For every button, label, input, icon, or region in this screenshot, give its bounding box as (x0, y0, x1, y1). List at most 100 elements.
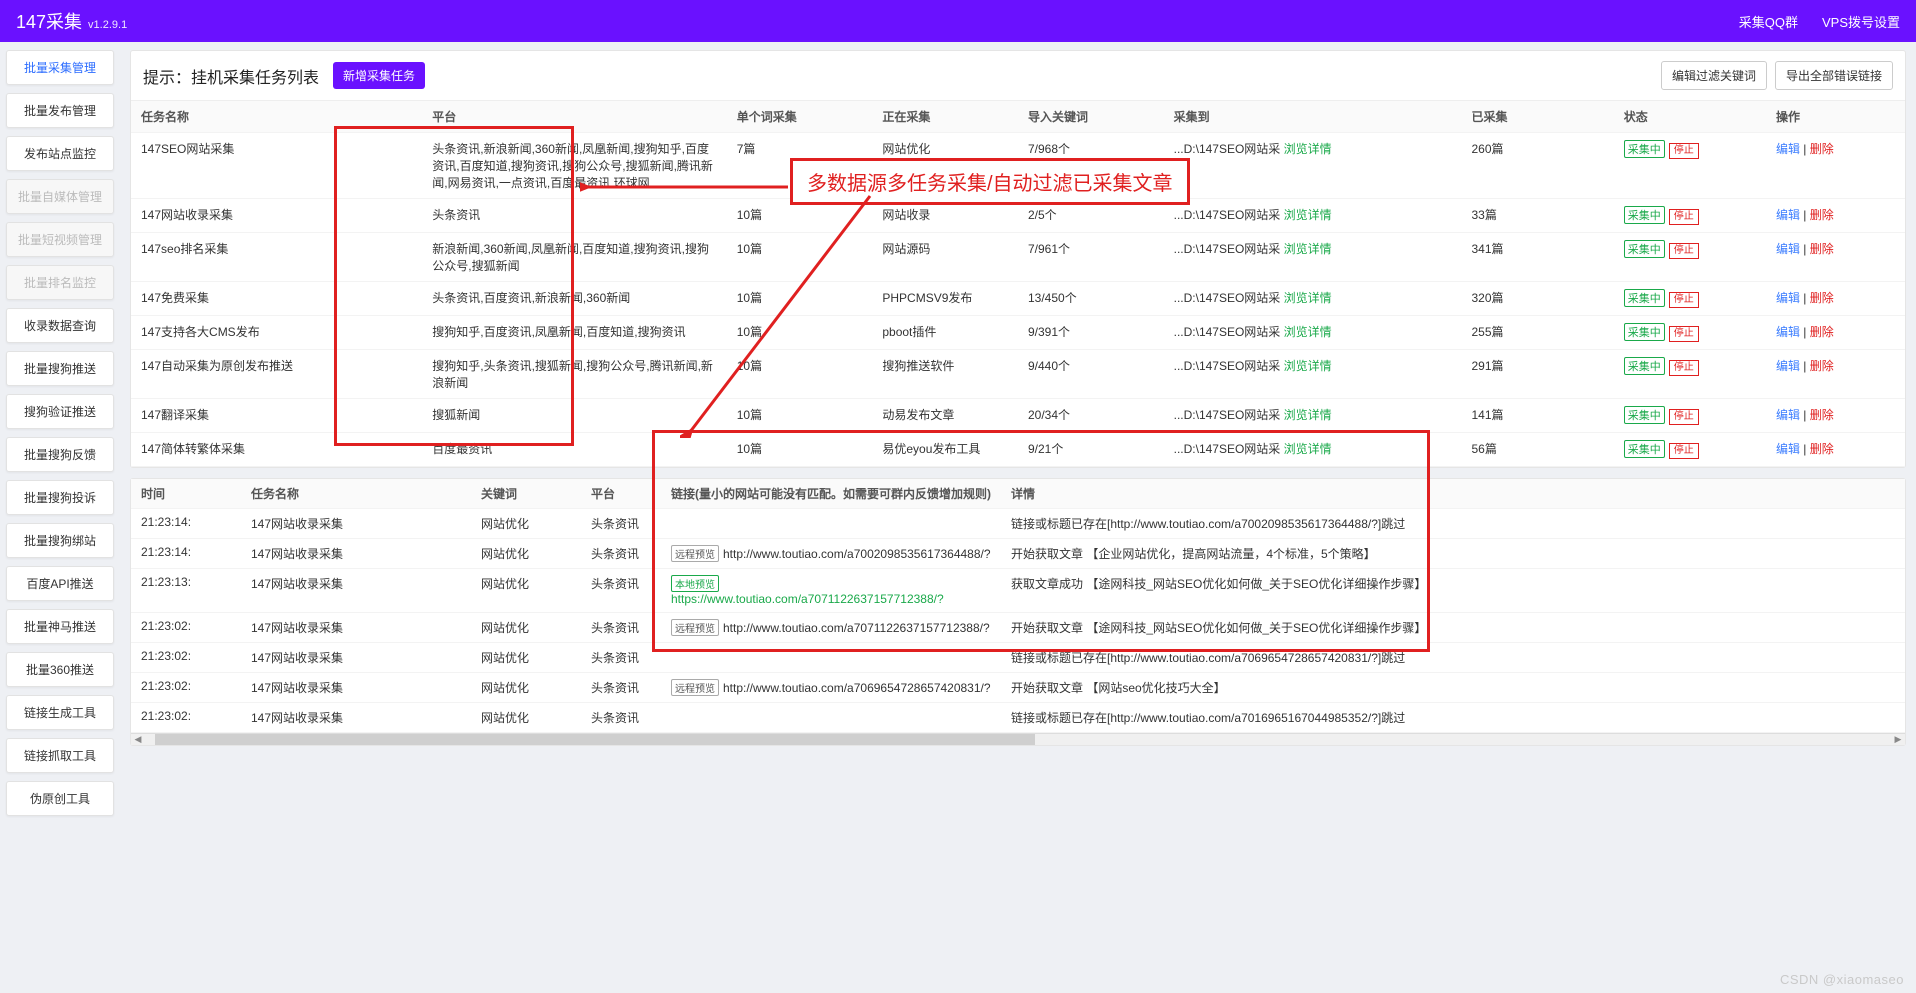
scroll-thumb[interactable] (155, 734, 1035, 745)
th-log-platform: 平台 (581, 479, 661, 509)
browse-detail-link[interactable]: 浏览详情 (1284, 291, 1332, 305)
sidebar-item-16[interactable]: 链接抓取工具 (6, 738, 114, 773)
remote-preview-button[interactable]: 远程预览 (671, 679, 719, 696)
new-task-button[interactable]: 新增采集任务 (333, 62, 425, 89)
edit-link[interactable]: 编辑 (1776, 208, 1800, 222)
browse-detail-link[interactable]: 浏览详情 (1284, 242, 1332, 256)
cell-log-keyword: 网站优化 (471, 539, 581, 569)
cell-log-time: 21:23:02: (131, 673, 241, 703)
stop-button[interactable]: 停止 (1669, 209, 1699, 225)
cell-log-time: 21:23:02: (131, 643, 241, 673)
edit-link[interactable]: 编辑 (1776, 325, 1800, 339)
cell-dest: ...D:\147SEO网站采 浏览详情 (1164, 199, 1462, 233)
stop-button[interactable]: 停止 (1669, 360, 1699, 376)
stop-button[interactable]: 停止 (1669, 326, 1699, 342)
log-link-url[interactable]: http://www.toutiao.com/a7002098535617364… (723, 547, 991, 561)
browse-detail-link[interactable]: 浏览详情 (1284, 359, 1332, 373)
stop-button[interactable]: 停止 (1669, 409, 1699, 425)
sidebar-item-13[interactable]: 批量神马推送 (6, 609, 114, 644)
sidebar-item-0[interactable]: 批量采集管理 (6, 50, 114, 85)
cell-log-link: 远程预览 http://www.toutiao.com/a706965472865… (661, 673, 1001, 703)
cell-log-link: 远程预览 http://www.toutiao.com/a700209853561… (661, 539, 1001, 569)
stop-button[interactable]: 停止 (1669, 143, 1699, 159)
edit-link[interactable]: 编辑 (1776, 142, 1800, 156)
delete-link[interactable]: 删除 (1810, 142, 1834, 156)
log-link-url[interactable]: http://www.toutiao.com/a7071122637157712… (723, 621, 990, 635)
local-preview-button[interactable]: 本地预览 (671, 575, 719, 592)
cell-log-time: 21:23:13: (131, 569, 241, 613)
delete-link[interactable]: 删除 (1810, 359, 1834, 373)
sidebar-item-6[interactable]: 收录数据查询 (6, 308, 114, 343)
edit-link[interactable]: 编辑 (1776, 442, 1800, 456)
browse-detail-link[interactable]: 浏览详情 (1284, 325, 1332, 339)
sidebar-item-10[interactable]: 批量搜狗投诉 (6, 480, 114, 515)
cell-dest: ...D:\147SEO网站采 浏览详情 (1164, 133, 1462, 199)
sidebar-item-15[interactable]: 链接生成工具 (6, 695, 114, 730)
sidebar: 批量采集管理批量发布管理发布站点监控批量自媒体管理批量短视频管理批量排名监控收录… (0, 42, 120, 824)
browse-detail-link[interactable]: 浏览详情 (1284, 142, 1332, 156)
stop-button[interactable]: 停止 (1669, 292, 1699, 308)
cell-status: 采集中停止 (1614, 282, 1766, 316)
scroll-left-arrow[interactable]: ◀ (131, 734, 145, 745)
cell-log-detail: 开始获取文章 【企业网站优化，提高网站流量，4个标准，5个策略】 (1001, 539, 1905, 569)
edit-link[interactable]: 编辑 (1776, 359, 1800, 373)
link-qq-group[interactable]: 采集QQ群 (1739, 12, 1798, 31)
delete-link[interactable]: 删除 (1810, 325, 1834, 339)
sidebar-item-14[interactable]: 批量360推送 (6, 652, 114, 687)
delete-link[interactable]: 删除 (1810, 291, 1834, 305)
browse-detail-link[interactable]: 浏览详情 (1284, 442, 1332, 456)
sidebar-item-7[interactable]: 批量搜狗推送 (6, 351, 114, 386)
sidebar-item-17[interactable]: 伪原创工具 (6, 781, 114, 816)
sidebar-item-8[interactable]: 搜狗验证推送 (6, 394, 114, 429)
browse-detail-link[interactable]: 浏览详情 (1284, 408, 1332, 422)
stop-button[interactable]: 停止 (1669, 243, 1699, 259)
cell-log-task: 147网站收录采集 (241, 509, 471, 539)
cell-log-keyword: 网站优化 (471, 643, 581, 673)
log-row: 21:23:13:147网站收录采集网站优化头条资讯本地预览https://ww… (131, 569, 1905, 613)
sidebar-item-1[interactable]: 批量发布管理 (6, 93, 114, 128)
cell-log-platform: 头条资讯 (581, 569, 661, 613)
cell-collected: 56篇 (1461, 433, 1613, 467)
cell-log-platform: 头条资讯 (581, 509, 661, 539)
edit-filter-keywords-button[interactable]: 编辑过滤关键词 (1661, 61, 1767, 90)
task-row: 147seo排名采集新浪新闻,360新闻,凤凰新闻,百度知道,搜狗资讯,搜狗公众… (131, 233, 1905, 282)
edit-link[interactable]: 编辑 (1776, 291, 1800, 305)
log-link-url[interactable]: http://www.toutiao.com/a7069654728657420… (723, 681, 991, 695)
scroll-right-arrow[interactable]: ▶ (1891, 734, 1905, 745)
delete-link[interactable]: 删除 (1810, 208, 1834, 222)
remote-preview-button[interactable]: 远程预览 (671, 619, 719, 636)
cell-import-kw: 9/440个 (1018, 350, 1164, 399)
sidebar-item-9[interactable]: 批量搜狗反馈 (6, 437, 114, 472)
link-vps-settings[interactable]: VPS拨号设置 (1822, 12, 1900, 31)
edit-link[interactable]: 编辑 (1776, 408, 1800, 422)
cell-log-task: 147网站收录采集 (241, 569, 471, 613)
task-row: 147自动采集为原创发布推送搜狗知乎,头条资讯,搜狐新闻,搜狗公众号,腾讯新闻,… (131, 350, 1905, 399)
cell-import-kw: 13/450个 (1018, 282, 1164, 316)
edit-link[interactable]: 编辑 (1776, 242, 1800, 256)
sidebar-item-12[interactable]: 百度API推送 (6, 566, 114, 601)
export-error-links-button[interactable]: 导出全部错误链接 (1775, 61, 1893, 90)
task-row: 147免费采集头条资讯,百度资讯,新浪新闻,360新闻10篇PHPCMSV9发布… (131, 282, 1905, 316)
cell-log-keyword: 网站优化 (471, 613, 581, 643)
stop-button[interactable]: 停止 (1669, 443, 1699, 459)
cell-platform: 搜狗知乎,百度资讯,凤凰新闻,百度知道,搜狗资讯 (422, 316, 726, 350)
delete-link[interactable]: 删除 (1810, 442, 1834, 456)
log-panel: 时间 任务名称 关键词 平台 链接(量小的网站可能没有匹配。如需要可群内反馈增加… (130, 478, 1906, 746)
cell-log-link: 本地预览https://www.toutiao.com/a70711226371… (661, 569, 1001, 613)
sidebar-item-5: 批量排名监控 (6, 265, 114, 300)
cell-ops: 编辑 | 删除 (1766, 133, 1905, 199)
delete-link[interactable]: 删除 (1810, 242, 1834, 256)
log-link-url[interactable]: https://www.toutiao.com/a707112263715771… (671, 592, 944, 606)
sidebar-item-2[interactable]: 发布站点监控 (6, 136, 114, 171)
remote-preview-button[interactable]: 远程预览 (671, 545, 719, 562)
cell-platform: 头条资讯,百度资讯,新浪新闻,360新闻 (422, 282, 726, 316)
horizontal-scrollbar[interactable]: ◀ ▶ (131, 733, 1905, 745)
cell-ops: 编辑 | 删除 (1766, 199, 1905, 233)
sidebar-item-11[interactable]: 批量搜狗绑站 (6, 523, 114, 558)
delete-link[interactable]: 删除 (1810, 408, 1834, 422)
cell-import-kw: 7/961个 (1018, 233, 1164, 282)
status-running-tag: 采集中 (1624, 357, 1665, 375)
cell-dest: ...D:\147SEO网站采 浏览详情 (1164, 350, 1462, 399)
browse-detail-link[interactable]: 浏览详情 (1284, 208, 1332, 222)
cell-log-keyword: 网站优化 (471, 703, 581, 733)
